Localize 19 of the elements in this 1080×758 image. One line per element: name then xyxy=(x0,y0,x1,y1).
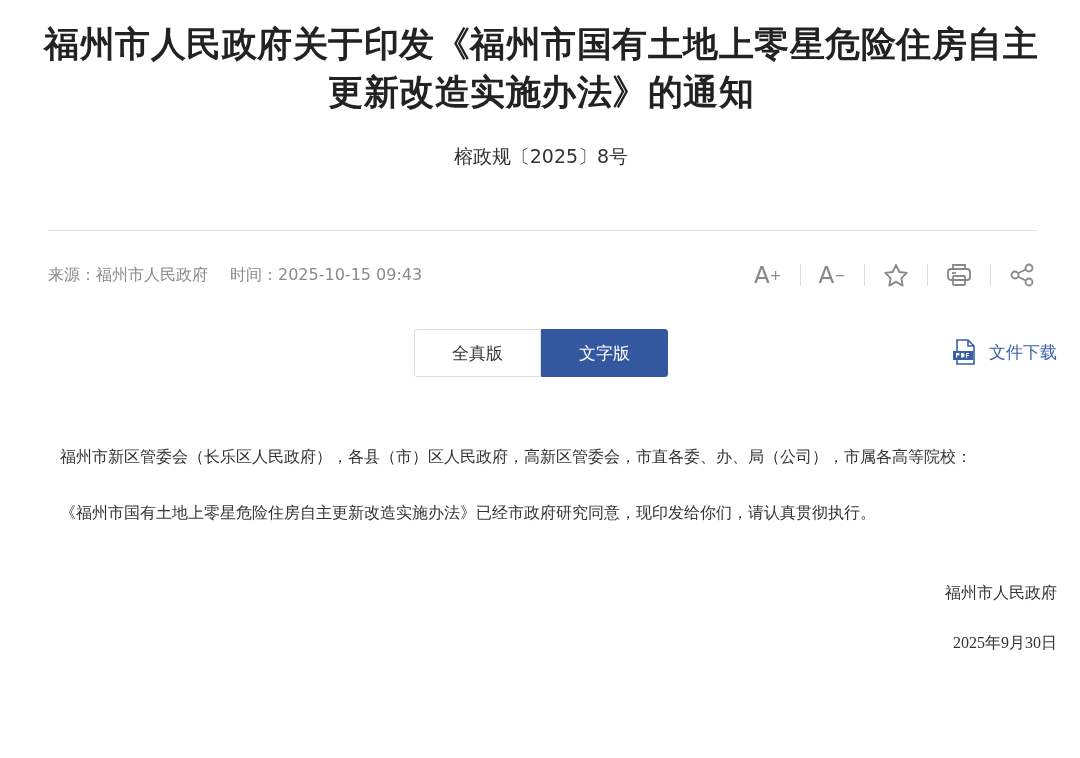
star-icon xyxy=(883,262,909,288)
print-icon xyxy=(946,263,972,287)
pdf-file-icon xyxy=(953,339,977,365)
publish-time: 时间：2025-10-15 09:43 xyxy=(230,264,423,286)
signature: 福州市人民政府 xyxy=(944,583,1057,603)
version-tab[interactable]: 全真版 xyxy=(414,329,541,377)
print-button[interactable] xyxy=(944,263,974,287)
share-icon xyxy=(1009,263,1035,287)
font-increase-button[interactable]: A$^{+}$ xyxy=(752,262,784,288)
signature-date: 2025年9月30日 xyxy=(952,633,1057,653)
document-number: 榕政规〔2025〕8号 xyxy=(452,144,630,169)
body-paragraph: 《福州市国有土地上零星危险住房自主更新改造实施办法》已经市政府研究同意，现印发给你们，请认真贯彻执行。 xyxy=(59,503,878,523)
favorite-button[interactable] xyxy=(881,262,911,288)
download-link[interactable]: 文件下载 xyxy=(953,339,1057,365)
font-decrease-button[interactable]: A$^{−}$ xyxy=(816,262,848,288)
source-text: 来源：福州市人民政府 xyxy=(48,264,208,286)
body-paragraph: 福州市新区管委会（长乐区人民政府），各县（市）区人民政府，高新区管委会，市直各委、办、局（公司），市属各高等院校： xyxy=(59,447,974,467)
article-title: 福州市人民政府关于印发《福州市国有土地上零星危险住房自主更新改造实施办法》的通知 xyxy=(42,23,1039,114)
version-tab[interactable]: 文字版 xyxy=(541,329,668,377)
